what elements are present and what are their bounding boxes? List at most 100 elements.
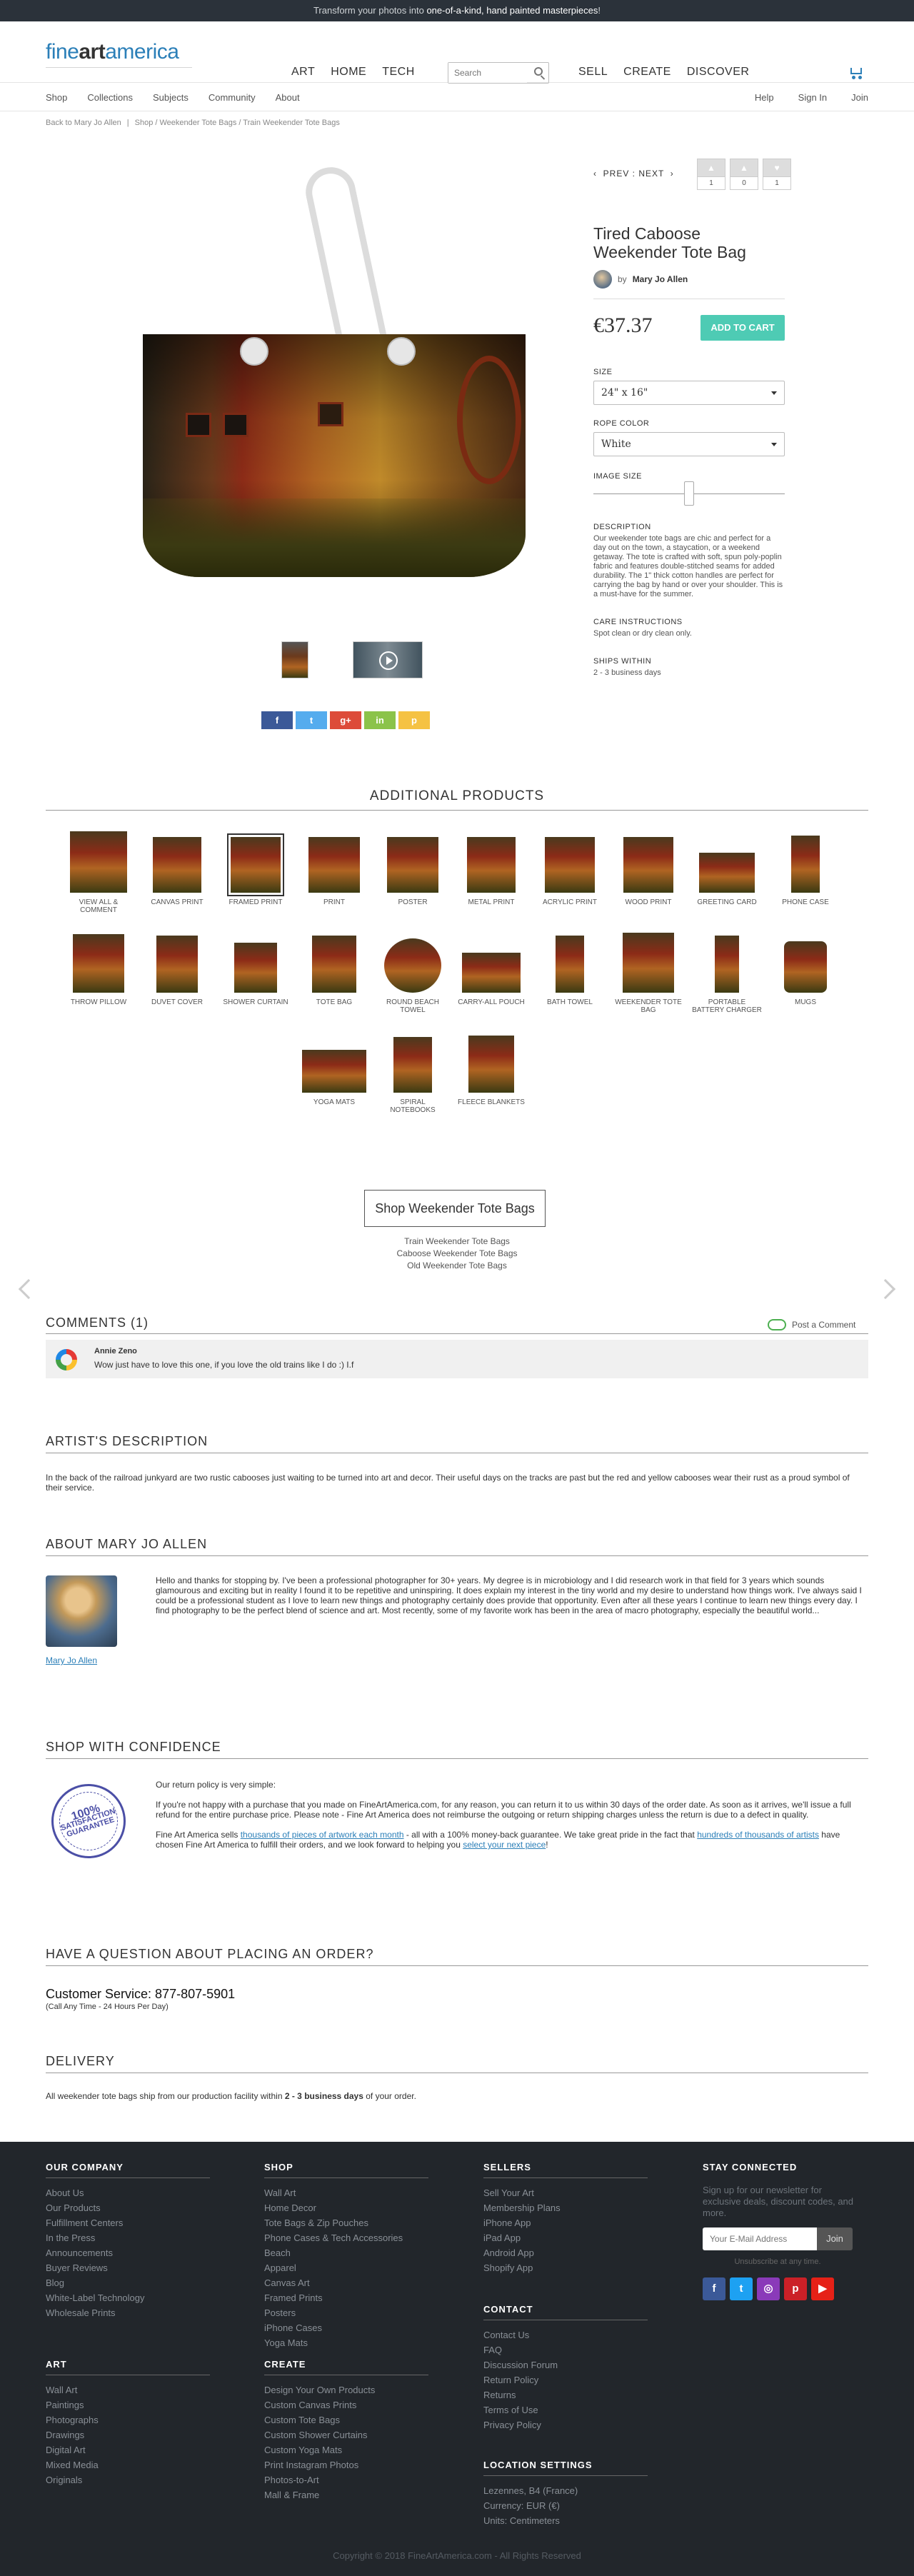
search-icon[interactable] bbox=[534, 67, 543, 76]
footer-contact-link[interactable]: Terms of Use bbox=[483, 2402, 648, 2417]
additional-product-framed-print[interactable]: FRAMED PRINT bbox=[220, 831, 291, 906]
instagram-icon[interactable]: ◎ bbox=[757, 2277, 780, 2300]
footer-contact-link[interactable]: Contact Us bbox=[483, 2327, 648, 2342]
footer-contact-link[interactable]: FAQ bbox=[483, 2342, 648, 2357]
footer-location-link[interactable]: Units: Centimeters bbox=[483, 2513, 648, 2528]
footer-create-link[interactable]: Custom Tote Bags bbox=[264, 2412, 428, 2427]
subnav-about[interactable]: About bbox=[276, 92, 300, 103]
post-comment-link[interactable]: Post a Comment bbox=[768, 1319, 855, 1330]
additional-product-yoga-mats[interactable]: YOGA MATS bbox=[298, 1031, 370, 1106]
next-arrow-icon[interactable] bbox=[875, 1278, 896, 1300]
footer-art-link[interactable]: Paintings bbox=[46, 2397, 210, 2412]
nav-create[interactable]: CREATE bbox=[623, 66, 671, 79]
footer-company-link[interactable]: About Us bbox=[46, 2185, 210, 2200]
footer-art-link[interactable]: Drawings bbox=[46, 2427, 210, 2442]
add-to-cart-button[interactable]: ADD TO CART bbox=[700, 315, 785, 341]
footer-shop-link[interactable]: Beach bbox=[264, 2245, 428, 2260]
footer-shop-link[interactable]: Home Decor bbox=[264, 2200, 428, 2215]
footer-company-link[interactable]: Wholesale Prints bbox=[46, 2305, 210, 2320]
artists-link[interactable]: hundreds of thousands of artists bbox=[697, 1830, 819, 1840]
share-facebook-icon[interactable]: f bbox=[261, 711, 293, 729]
footer-shop-link[interactable]: Wall Art bbox=[264, 2185, 428, 2200]
counter-likes[interactable]: ▲ 1 bbox=[697, 159, 725, 190]
comment-author[interactable]: Annie Zeno bbox=[94, 1347, 137, 1355]
artwork-sold-link[interactable]: thousands of pieces of artwork each mont… bbox=[241, 1830, 404, 1840]
additional-product-duvet-cover[interactable]: DUVET COVER bbox=[141, 931, 213, 1006]
nav-sell[interactable]: SELL bbox=[578, 66, 608, 79]
thumbnail-video[interactable] bbox=[353, 641, 423, 678]
additional-product-fleece-blankets[interactable]: FLEECE BLANKETS bbox=[456, 1031, 527, 1106]
breadcrumb-path[interactable]: Shop / Weekender Tote Bags / Train Weeke… bbox=[135, 119, 340, 127]
footer-contact-link[interactable]: Returns bbox=[483, 2387, 648, 2402]
related-link[interactable]: Old Weekender Tote Bags bbox=[407, 1261, 507, 1271]
footer-company-link[interactable]: In the Press bbox=[46, 2230, 210, 2245]
footer-art-link[interactable]: Mixed Media bbox=[46, 2457, 210, 2472]
additional-product-throw-pillow[interactable]: THROW PILLOW bbox=[63, 931, 134, 1006]
additional-product-weekender-tote-bag[interactable]: WEEKENDER TOTE BAG bbox=[613, 931, 684, 1014]
newsletter-join-button[interactable]: Join bbox=[817, 2227, 853, 2250]
customer-service-phone[interactable]: Customer Service: 877-807-5901 bbox=[46, 1987, 235, 2002]
additional-product-canvas-print[interactable]: CANVAS PRINT bbox=[141, 831, 213, 906]
rope-color-select[interactable]: White bbox=[593, 432, 785, 456]
footer-company-link[interactable]: White-Label Technology bbox=[46, 2290, 210, 2305]
size-select[interactable]: 24" x 16" bbox=[593, 381, 785, 405]
subnav-community[interactable]: Community bbox=[209, 92, 256, 103]
footer-create-link[interactable]: Print Instagram Photos bbox=[264, 2457, 428, 2472]
subnav-help[interactable]: Help bbox=[755, 92, 774, 103]
footer-shop-link[interactable]: Posters bbox=[264, 2305, 428, 2320]
footer-create-link[interactable]: Custom Canvas Prints bbox=[264, 2397, 428, 2412]
pinterest-icon[interactable]: p bbox=[784, 2277, 807, 2300]
counter-favorites[interactable]: ♥ 1 bbox=[763, 159, 791, 190]
footer-contact-link[interactable]: Discussion Forum bbox=[483, 2357, 648, 2372]
footer-create-link[interactable]: Custom Shower Curtains bbox=[264, 2427, 428, 2442]
footer-sellers-link[interactable]: iPhone App bbox=[483, 2215, 648, 2230]
footer-shop-link[interactable]: Yoga Mats bbox=[264, 2335, 428, 2350]
additional-product-greeting-card[interactable]: GREETING CARD bbox=[691, 831, 763, 906]
footer-contact-link[interactable]: Return Policy bbox=[483, 2372, 648, 2387]
artist-name-link[interactable]: Mary Jo Allen bbox=[46, 1655, 97, 1665]
promo-bar[interactable]: Transform your photos into one-of-a-kind… bbox=[0, 0, 914, 21]
nav-discover[interactable]: DISCOVER bbox=[687, 66, 750, 79]
footer-shop-link[interactable]: Phone Cases & Tech Accessories bbox=[264, 2230, 428, 2245]
additional-product-portable-battery-charger[interactable]: PORTABLE BATTERY CHARGER bbox=[691, 931, 763, 1014]
additional-product-tote-bag[interactable]: TOTE BAG bbox=[298, 931, 370, 1006]
nav-art[interactable]: ART bbox=[291, 66, 315, 79]
footer-company-link[interactable]: Our Products bbox=[46, 2200, 210, 2215]
footer-art-link[interactable]: Wall Art bbox=[46, 2382, 210, 2397]
select-next-piece-link[interactable]: select your next piece bbox=[463, 1840, 546, 1850]
related-link[interactable]: Caboose Weekender Tote Bags bbox=[396, 1248, 517, 1258]
cart-icon[interactable] bbox=[848, 66, 865, 79]
additional-product-phone-case[interactable]: PHONE CASE bbox=[770, 831, 841, 906]
prev-arrow-icon[interactable] bbox=[18, 1278, 39, 1300]
search-input[interactable] bbox=[448, 63, 527, 83]
footer-sellers-link[interactable]: Android App bbox=[483, 2245, 648, 2260]
footer-company-link[interactable]: Fulfillment Centers bbox=[46, 2215, 210, 2230]
footer-company-link[interactable]: Blog bbox=[46, 2275, 210, 2290]
subnav-shop[interactable]: Shop bbox=[46, 92, 67, 103]
footer-create-link[interactable]: Custom Yoga Mats bbox=[264, 2442, 428, 2457]
subnav-join[interactable]: Join bbox=[851, 92, 868, 103]
footer-shop-link[interactable]: Canvas Art bbox=[264, 2275, 428, 2290]
share-googleplus-icon[interactable]: g+ bbox=[330, 711, 361, 729]
footer-shop-link[interactable]: iPhone Cases bbox=[264, 2320, 428, 2335]
site-logo[interactable]: fineartamerica bbox=[46, 40, 179, 64]
footer-location-link[interactable]: Currency: EUR (€) bbox=[483, 2498, 648, 2513]
product-image[interactable] bbox=[139, 159, 531, 587]
additional-product-carry-all-pouch[interactable]: CARRY-ALL POUCH bbox=[456, 931, 527, 1006]
commenter-avatar[interactable] bbox=[56, 1349, 77, 1370]
share-twitter-icon[interactable]: t bbox=[296, 711, 327, 729]
footer-art-link[interactable]: Digital Art bbox=[46, 2442, 210, 2457]
footer-sellers-link[interactable]: iPad App bbox=[483, 2230, 648, 2245]
additional-product-shower-curtain[interactable]: SHOWER CURTAIN bbox=[220, 931, 291, 1006]
share-pinterest-icon[interactable]: p bbox=[398, 711, 430, 729]
footer-sellers-link[interactable]: Shopify App bbox=[483, 2260, 648, 2275]
additional-product-round-beach-towel[interactable]: ROUND BEACH TOWEL bbox=[377, 931, 448, 1014]
related-link[interactable]: Train Weekender Tote Bags bbox=[404, 1236, 510, 1246]
footer-company-link[interactable]: Announcements bbox=[46, 2245, 210, 2260]
footer-sellers-link[interactable]: Membership Plans bbox=[483, 2200, 648, 2215]
thumbnail-image[interactable] bbox=[281, 641, 308, 678]
footer-art-link[interactable]: Originals bbox=[46, 2472, 210, 2487]
artist-name-link[interactable]: Mary Jo Allen bbox=[633, 274, 688, 284]
image-size-slider-handle[interactable] bbox=[684, 481, 694, 506]
subnav-collections[interactable]: Collections bbox=[87, 92, 133, 103]
